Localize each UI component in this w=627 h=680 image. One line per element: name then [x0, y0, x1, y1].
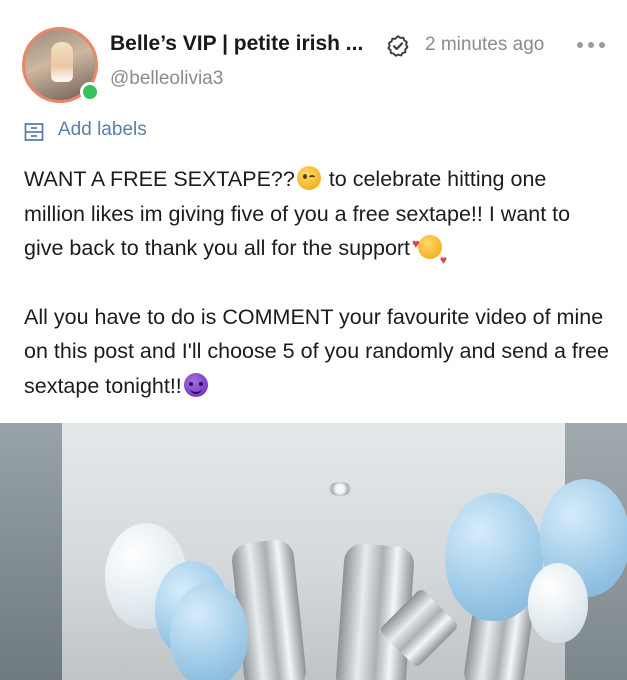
smiling-face-with-horns-icon: [183, 372, 208, 397]
avatar-figure: [51, 42, 73, 82]
post-text: WANT A FREE SEXTAPE?? to celebrate hitti…: [24, 162, 609, 403]
post-paragraph: All you have to do is COMMENT your favou…: [24, 300, 609, 404]
post-media-image[interactable]: [0, 423, 627, 680]
online-status-dot: [80, 82, 100, 102]
author-name[interactable]: Belle’s VIP | petite irish ...: [110, 32, 363, 56]
blue-balloon: [170, 583, 248, 680]
ceiling-light: [328, 482, 352, 496]
post-header: Belle’s VIP | petite irish ... 2 minutes…: [0, 0, 627, 110]
labels-icon: [24, 123, 44, 141]
more-dot: [599, 42, 605, 48]
add-labels-label: Add labels: [58, 119, 147, 140]
white-balloon: [528, 563, 588, 643]
verified-badge-icon: [387, 35, 409, 57]
post-text-segment: All you have to do is COMMENT your favou…: [24, 304, 609, 398]
winking-face-icon: [296, 166, 321, 190]
author-handle[interactable]: @belleolivia3: [110, 68, 223, 90]
more-horizontal-icon[interactable]: [577, 36, 605, 54]
post-timestamp: 2 minutes ago: [425, 34, 545, 55]
more-dot: [588, 42, 594, 48]
smiling-face-with-hearts-icon: [412, 227, 447, 278]
post-text-segment: WANT A FREE SEXTAPE??: [24, 167, 295, 191]
more-dot: [577, 42, 583, 48]
post-paragraph: WANT A FREE SEXTAPE?? to celebrate hitti…: [24, 162, 609, 278]
photo-wall-left: [0, 423, 62, 680]
